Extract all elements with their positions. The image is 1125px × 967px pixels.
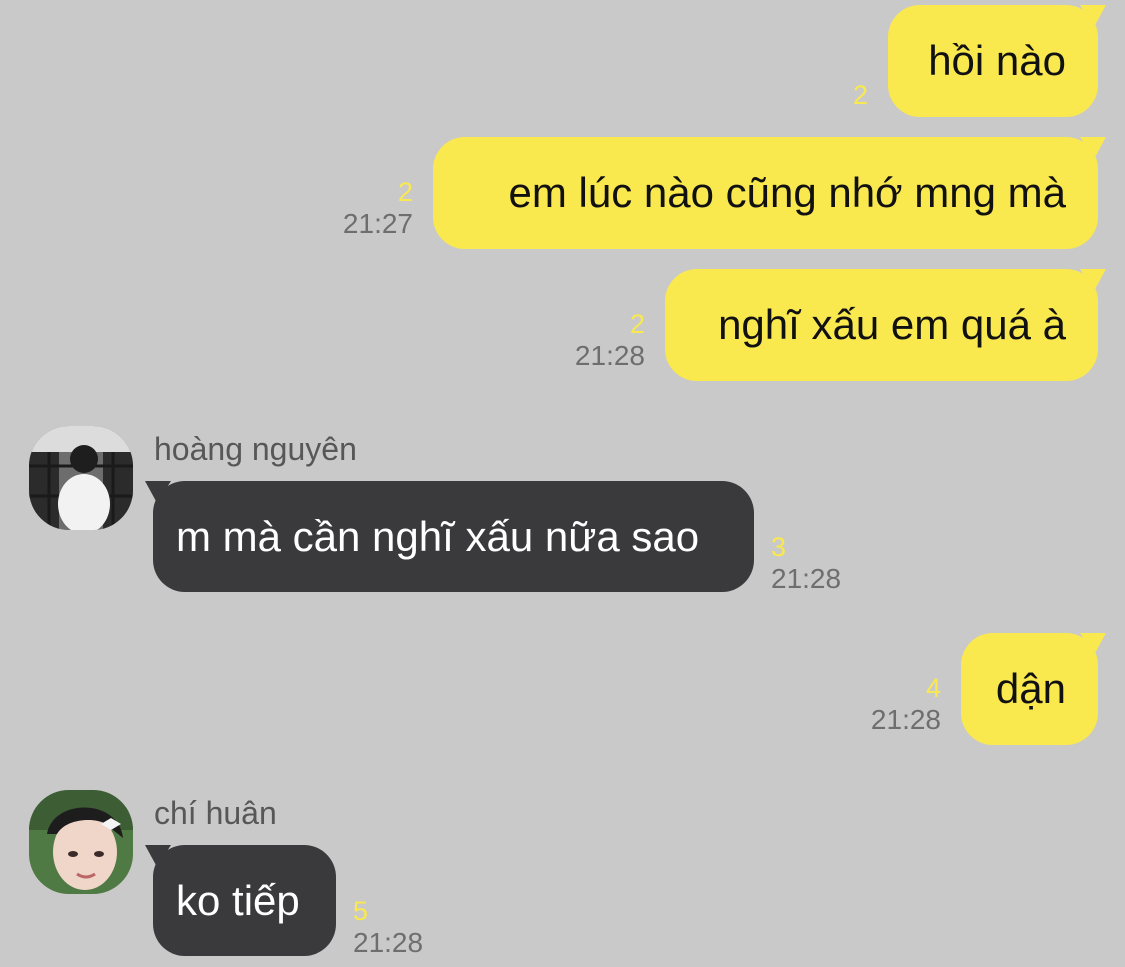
message-text: em lúc nào cũng nhớ mng mà: [508, 169, 1066, 216]
message-timestamp: 21:28: [574, 340, 645, 371]
bubble-tail-icon: [1080, 269, 1106, 291]
message-text: ko tiếp: [176, 876, 300, 924]
sender-name: chí huân: [154, 795, 277, 831]
unread-count: 3: [771, 532, 787, 562]
message-meta: 2: [853, 80, 868, 110]
avatar-hoang-nguyen[interactable]: [29, 426, 133, 530]
sender-name: hoàng nguyên: [154, 431, 357, 467]
bubble-tail-icon: [1080, 137, 1106, 159]
bubble-tail-icon: [145, 481, 171, 503]
incoming-message-bubble[interactable]: ko tiếp: [145, 845, 336, 956]
message-timestamp: 21:27: [342, 208, 413, 239]
unread-count: 2: [852, 80, 868, 110]
unread-count: 2: [397, 177, 413, 207]
message-timestamp: 21:28: [771, 563, 842, 594]
message-meta: 2 21:27: [343, 177, 413, 241]
outgoing-message-bubble[interactable]: hồi nào: [888, 5, 1106, 117]
message-meta: 3 21:28: [771, 532, 841, 596]
message-meta: 4 21:28: [871, 673, 941, 737]
message-text: dận: [995, 665, 1066, 712]
bubble-tail-icon: [1080, 5, 1106, 27]
message-text: hồi nào: [928, 37, 1066, 84]
bubble-tail-icon: [1080, 633, 1106, 655]
message-text: m mà cần nghĩ xấu nữa sao: [176, 512, 700, 560]
message-meta: 2 21:28: [575, 309, 645, 373]
incoming-message-bubble[interactable]: m mà cần nghĩ xấu nữa sao: [145, 481, 754, 592]
message-timestamp: 21:28: [353, 927, 424, 958]
outgoing-message-bubble[interactable]: dận: [961, 633, 1106, 745]
message-text: nghĩ xấu em quá à: [718, 301, 1066, 348]
message-meta: 5 21:28: [353, 896, 423, 960]
bubble-tail-icon: [145, 845, 171, 867]
unread-count: 4: [925, 673, 941, 703]
avatar-photo-icon: [29, 790, 133, 894]
unread-count: 2: [629, 309, 645, 339]
avatar-photo-icon: [29, 426, 133, 530]
unread-count: 5: [353, 896, 369, 926]
outgoing-message-bubble[interactable]: em lúc nào cũng nhớ mng mà: [433, 137, 1106, 249]
avatar-chi-huan[interactable]: [29, 790, 133, 894]
message-timestamp: 21:28: [870, 704, 941, 735]
outgoing-message-bubble[interactable]: nghĩ xấu em quá à: [665, 269, 1106, 381]
